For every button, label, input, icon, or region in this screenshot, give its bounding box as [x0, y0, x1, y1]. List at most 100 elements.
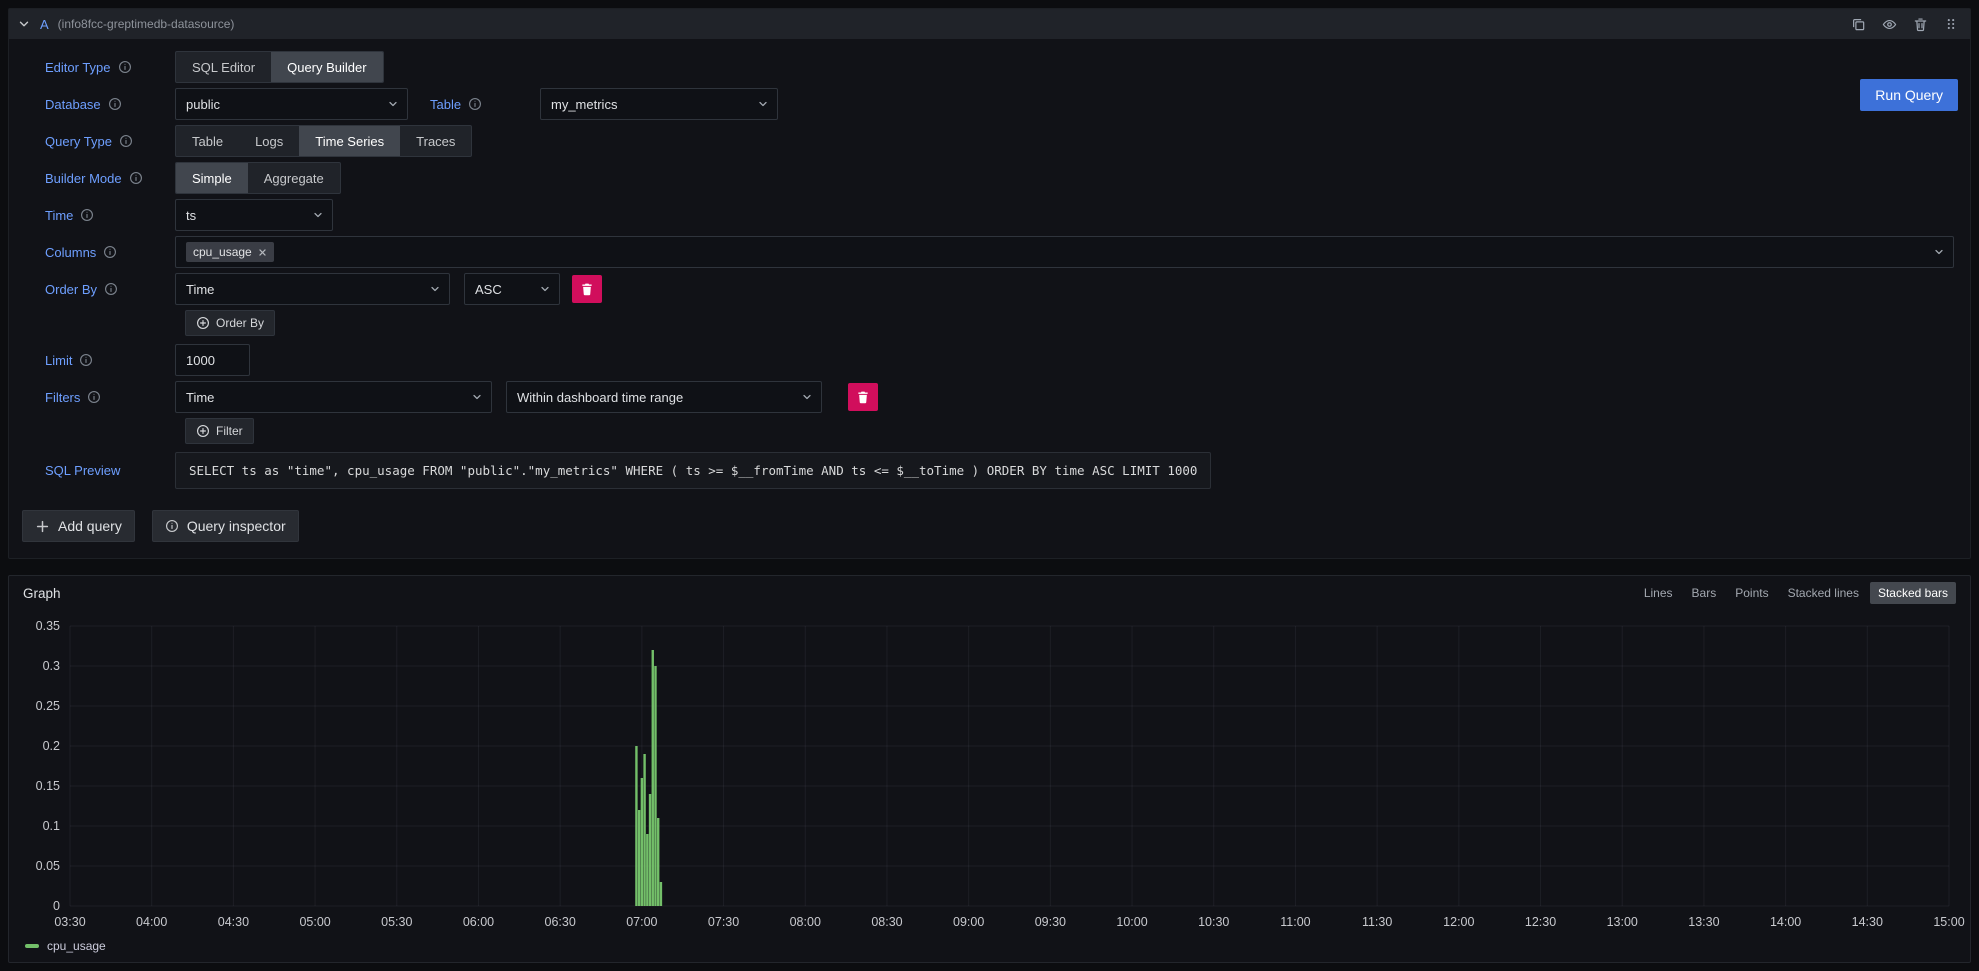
filters-row: Filters Time Within dashboard time range: [45, 381, 1954, 413]
info-icon[interactable]: [468, 97, 482, 111]
filter-field-select[interactable]: Time: [175, 381, 492, 413]
limit-row: Limit: [45, 344, 1954, 376]
query-type-logs[interactable]: Logs: [239, 126, 299, 156]
delete-query-trash-icon[interactable]: [1913, 17, 1928, 32]
svg-text:0: 0: [53, 899, 60, 913]
order-by-field-value: Time: [186, 282, 214, 297]
order-by-row: Order By Time ASC: [45, 273, 1954, 305]
database-label: Database: [45, 97, 101, 112]
info-icon[interactable]: [79, 353, 93, 367]
info-icon[interactable]: [103, 245, 117, 259]
database-select[interactable]: public: [175, 88, 408, 120]
query-type-toggle: Table Logs Time Series Traces: [175, 125, 472, 157]
svg-text:13:00: 13:00: [1607, 915, 1638, 929]
order-by-field-select[interactable]: Time: [175, 273, 450, 305]
info-icon[interactable]: [118, 60, 132, 74]
svg-text:0.3: 0.3: [43, 659, 60, 673]
plus-circle-icon: [196, 316, 210, 330]
time-series-chart[interactable]: 00.050.10.150.20.250.30.3503:3004:0004:3…: [9, 610, 1970, 936]
editor-type-toggle: SQL Editor Query Builder: [175, 51, 384, 83]
info-icon[interactable]: [119, 134, 133, 148]
sql-preview-label: SQL Preview: [45, 463, 120, 478]
chevron-down-icon: [539, 283, 551, 295]
editor-type-sql-editor[interactable]: SQL Editor: [176, 52, 271, 82]
svg-text:0.05: 0.05: [36, 859, 60, 873]
columns-multiselect[interactable]: cpu_usage: [175, 236, 1954, 268]
svg-text:15:00: 15:00: [1933, 915, 1964, 929]
query-type-time-series[interactable]: Time Series: [299, 126, 400, 156]
query-header[interactable]: A (info8fcc-greptimedb-datasource): [9, 9, 1970, 39]
trash-icon: [580, 282, 594, 296]
view-mode-lines[interactable]: Lines: [1636, 582, 1681, 604]
order-by-direction-select[interactable]: ASC: [464, 273, 560, 305]
limit-label: Limit: [45, 353, 72, 368]
view-mode-points[interactable]: Points: [1727, 582, 1776, 604]
editor-footer: Add query Query inspector: [9, 496, 1970, 558]
add-filter-button[interactable]: Filter: [185, 418, 254, 444]
svg-text:14:30: 14:30: [1852, 915, 1883, 929]
builder-mode-toggle: Simple Aggregate: [175, 162, 341, 194]
svg-text:0.15: 0.15: [36, 779, 60, 793]
trash-icon: [856, 390, 870, 404]
svg-text:0.1: 0.1: [43, 819, 60, 833]
legend-series-label[interactable]: cpu_usage: [47, 939, 106, 953]
limit-input[interactable]: [175, 344, 250, 376]
plus-icon: [35, 519, 50, 534]
remove-filter-button[interactable]: [848, 383, 878, 411]
query-editor-card: A (info8fcc-greptimedb-datasource) Run Q…: [8, 8, 1971, 559]
chart-area[interactable]: 00.050.10.150.20.250.30.3503:3004:0004:3…: [9, 610, 1970, 936]
add-order-by-button[interactable]: Order By: [185, 310, 275, 336]
add-query-label: Add query: [58, 518, 122, 534]
info-icon[interactable]: [87, 390, 101, 404]
builder-mode-aggregate[interactable]: Aggregate: [248, 163, 340, 193]
svg-text:07:00: 07:00: [626, 915, 657, 929]
info-circle-icon: [165, 519, 179, 533]
query-type-table[interactable]: Table: [176, 126, 239, 156]
time-field-value: ts: [186, 208, 196, 223]
chevron-down-icon: [429, 283, 441, 295]
run-query-button[interactable]: Run Query: [1860, 79, 1958, 111]
order-by-direction-value: ASC: [475, 282, 502, 297]
chart-legend: cpu_usage: [9, 936, 1970, 962]
info-icon[interactable]: [108, 97, 122, 111]
filter-condition-value: Within dashboard time range: [517, 390, 683, 405]
view-mode-stacked-lines[interactable]: Stacked lines: [1780, 582, 1867, 604]
drag-handle-icon[interactable]: [1944, 17, 1958, 31]
graph-panel-header: Graph Lines Bars Points Stacked lines St…: [9, 576, 1970, 610]
svg-text:06:30: 06:30: [545, 915, 576, 929]
query-body: Run Query Editor Type SQL Editor Query B…: [9, 39, 1970, 496]
table-select[interactable]: my_metrics: [540, 88, 778, 120]
svg-text:12:00: 12:00: [1443, 915, 1474, 929]
info-icon[interactable]: [104, 282, 118, 296]
remove-order-by-button[interactable]: [572, 275, 602, 303]
time-field-select[interactable]: ts: [175, 199, 333, 231]
builder-mode-simple[interactable]: Simple: [176, 163, 248, 193]
info-icon[interactable]: [129, 171, 143, 185]
table-select-value: my_metrics: [551, 97, 617, 112]
add-filter-label: Filter: [216, 424, 243, 438]
query-type-traces[interactable]: Traces: [400, 126, 471, 156]
editor-type-query-builder[interactable]: Query Builder: [271, 52, 382, 82]
svg-text:06:00: 06:00: [463, 915, 494, 929]
builder-mode-row: Builder Mode Simple Aggregate: [45, 162, 1954, 194]
remove-chip-icon[interactable]: [258, 248, 267, 257]
filter-condition-select[interactable]: Within dashboard time range: [506, 381, 822, 413]
chevron-down-icon: [1933, 246, 1945, 258]
query-type-row: Query Type Table Logs Time Series Traces: [45, 125, 1954, 157]
add-query-button[interactable]: Add query: [22, 510, 135, 542]
svg-text:08:30: 08:30: [871, 915, 902, 929]
graph-panel: Graph Lines Bars Points Stacked lines St…: [8, 575, 1971, 963]
builder-mode-label: Builder Mode: [45, 171, 122, 186]
svg-text:11:30: 11:30: [1362, 915, 1392, 929]
view-mode-bars[interactable]: Bars: [1684, 582, 1725, 604]
view-mode-stacked-bars[interactable]: Stacked bars: [1870, 582, 1956, 604]
duplicate-query-icon[interactable]: [1851, 17, 1866, 32]
panel-title[interactable]: Graph: [23, 586, 61, 601]
svg-text:09:30: 09:30: [1035, 915, 1066, 929]
hide-query-eye-icon[interactable]: [1882, 17, 1897, 32]
svg-text:09:00: 09:00: [953, 915, 984, 929]
query-inspector-button[interactable]: Query inspector: [152, 510, 299, 542]
collapse-chevron-icon[interactable]: [17, 17, 31, 31]
editor-type-row: Editor Type SQL Editor Query Builder: [45, 51, 1954, 83]
info-icon[interactable]: [80, 208, 94, 222]
